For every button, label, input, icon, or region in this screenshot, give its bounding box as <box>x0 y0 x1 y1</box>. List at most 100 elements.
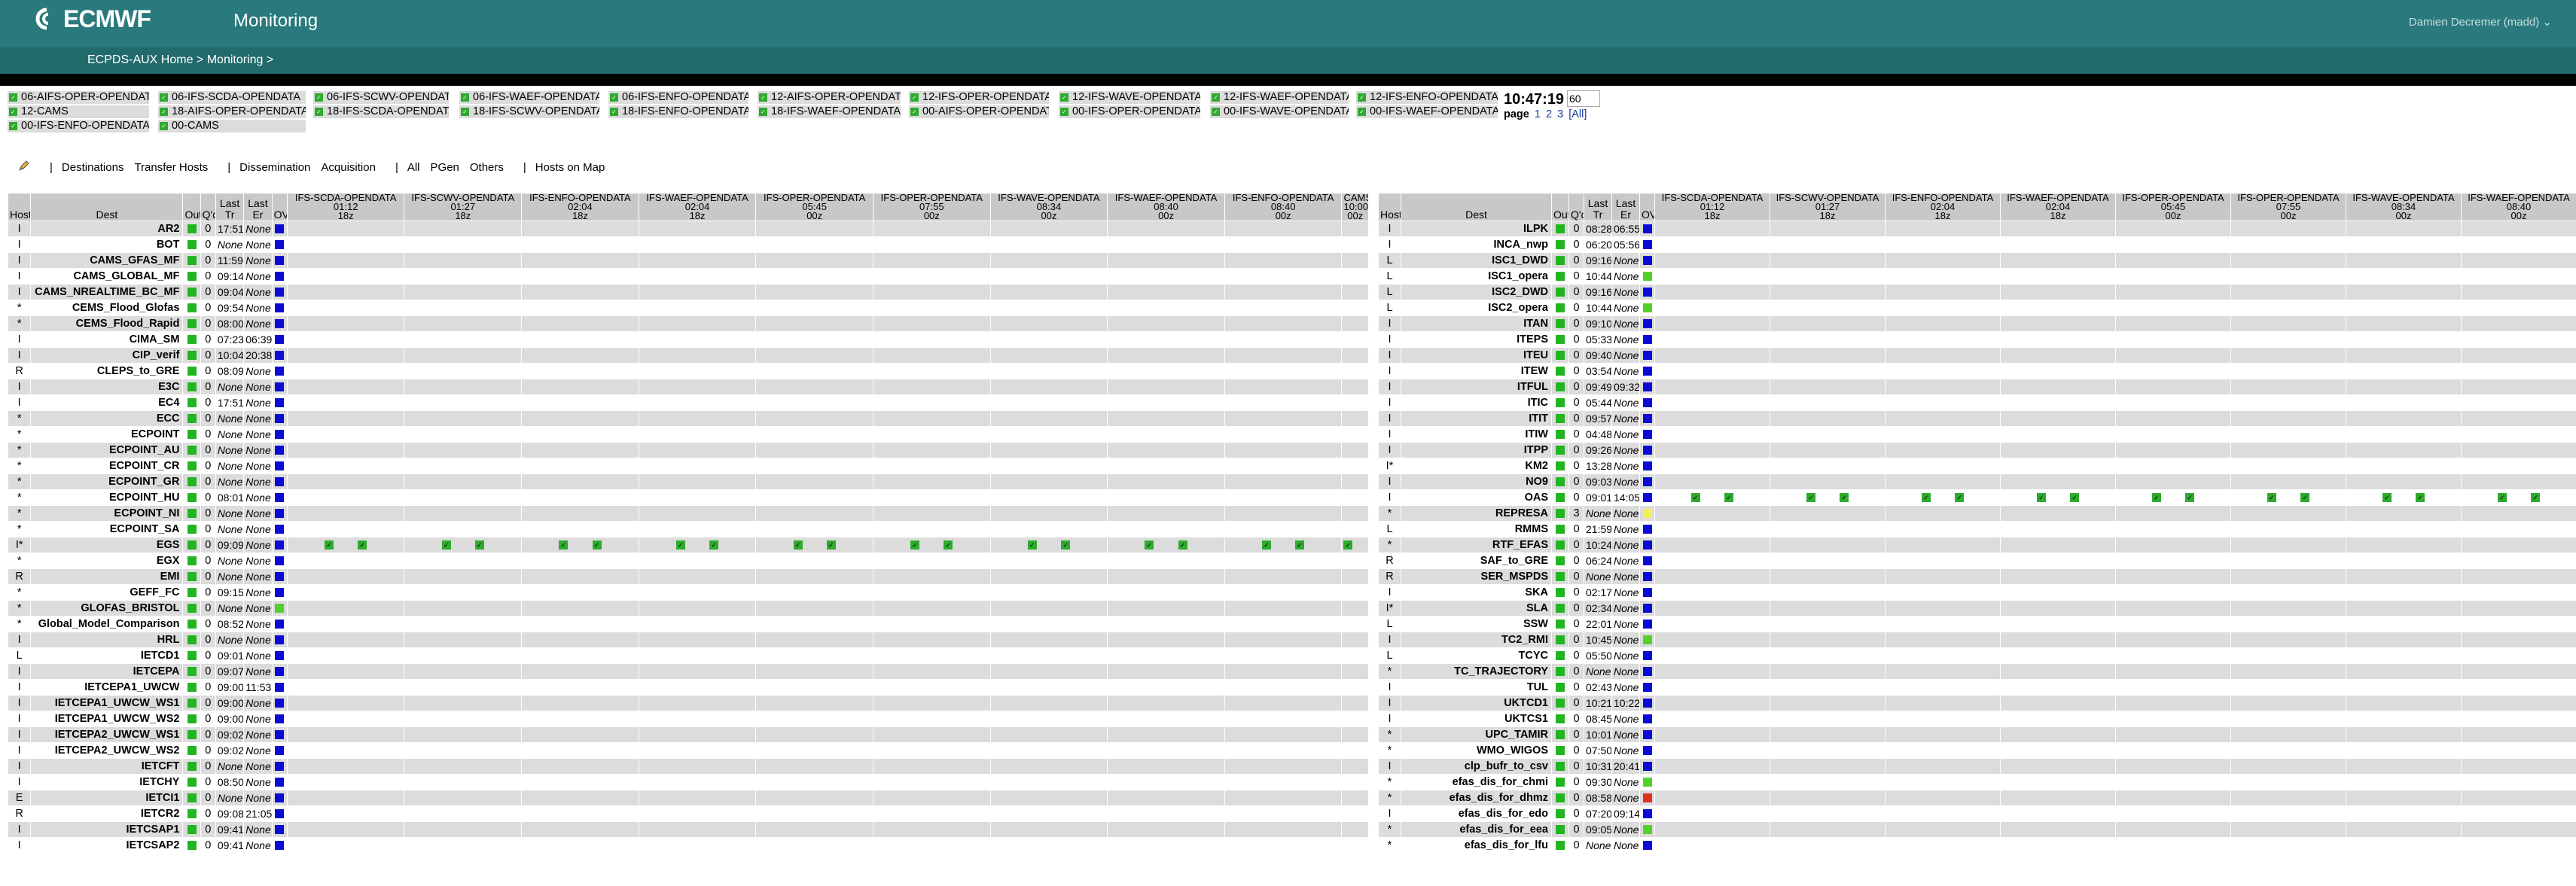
outs-status-icon[interactable] <box>1556 778 1565 787</box>
destination-link[interactable]: OAS <box>1525 492 1548 504</box>
checkmark-icon[interactable]: ✓ <box>1840 493 1849 503</box>
ov-cell[interactable] <box>1639 473 1655 490</box>
overview-status-icon[interactable] <box>275 382 285 392</box>
destination-link[interactable]: GEFF_FC <box>130 586 179 598</box>
overview-status-icon[interactable] <box>1642 714 1652 724</box>
outs-status-icon[interactable] <box>187 240 197 250</box>
destination-link[interactable]: ISC2_opera <box>1488 302 1548 314</box>
destination-link[interactable]: ITIC <box>1528 397 1548 409</box>
outs-status-icon[interactable] <box>187 414 197 424</box>
outs-status-icon[interactable] <box>1556 288 1565 297</box>
outs-status-icon[interactable] <box>1556 540 1565 550</box>
checkbox-checked-icon[interactable]: ✓ <box>461 93 469 102</box>
outs-status-icon[interactable] <box>1556 841 1565 851</box>
outs-status-icon[interactable] <box>187 493 197 503</box>
outs-status-icon[interactable] <box>1556 509 1565 519</box>
outs-status-icon[interactable] <box>1556 604 1565 614</box>
dest-cell[interactable]: ECC <box>30 410 184 427</box>
column-header-dest[interactable]: Dest <box>1401 193 1552 221</box>
stream-status-cell[interactable]: ✓ ✓ <box>872 537 991 553</box>
overview-status-icon[interactable] <box>1642 825 1652 835</box>
dest-cell[interactable]: EMI <box>30 568 184 585</box>
outs-cell[interactable] <box>1551 268 1569 285</box>
filter-all[interactable]: All <box>407 161 420 174</box>
overview-status-icon[interactable] <box>1642 635 1652 645</box>
overview-status-icon[interactable] <box>1642 240 1652 250</box>
outs-status-icon[interactable] <box>187 778 197 787</box>
outs-cell[interactable] <box>1551 505 1569 522</box>
overview-status-icon[interactable] <box>1642 793 1652 803</box>
destination-link[interactable]: efas_dis_for_edo <box>1459 808 1548 820</box>
column-header-stream[interactable]: IFS-OPER-OPENDATA 05:45 00z <box>755 193 873 221</box>
overview-status-icon[interactable] <box>1642 335 1652 345</box>
checkmark-icon[interactable]: ✓ <box>2185 493 2195 503</box>
filter-others[interactable]: Others <box>470 161 504 174</box>
column-header-stream[interactable]: IFS-WAEF-OPENDATA 08:40 00z <box>2461 193 2576 221</box>
ov-cell[interactable] <box>1639 774 1655 790</box>
ov-cell[interactable] <box>1639 568 1655 585</box>
dest-cell[interactable]: CIMA_SM <box>30 331 184 348</box>
checkbox-checked-icon[interactable]: ✓ <box>610 93 618 102</box>
overview-status-icon[interactable] <box>275 762 285 772</box>
outs-status-icon[interactable] <box>187 730 197 740</box>
outs-status-icon[interactable] <box>187 746 197 756</box>
outs-status-icon[interactable] <box>1556 461 1565 471</box>
checkmark-icon[interactable]: ✓ <box>1061 540 1071 550</box>
destination-link[interactable]: IETCEPA2_UWCW_WS2 <box>55 744 180 757</box>
overview-status-icon[interactable] <box>275 446 285 455</box>
destination-link[interactable]: EGX <box>157 555 180 567</box>
overview-status-icon[interactable] <box>275 477 285 487</box>
checkbox-checked-icon[interactable]: ✓ <box>1212 108 1220 116</box>
outs-status-icon[interactable] <box>187 620 197 629</box>
column-header-stream[interactable]: IFS-ENFO-OPENDATA 02:04 18z <box>1885 193 2001 221</box>
filter-destinations[interactable]: Destinations <box>62 161 124 174</box>
dest-cell[interactable]: KM2 <box>1401 458 1552 474</box>
checkmark-icon[interactable]: ✓ <box>2497 493 2507 503</box>
overview-status-icon[interactable] <box>1642 620 1652 629</box>
ov-cell[interactable] <box>1639 663 1655 680</box>
dest-cell[interactable]: IETCFT <box>30 758 184 775</box>
ov-cell[interactable] <box>1639 489 1655 506</box>
ov-cell[interactable] <box>271 284 288 300</box>
checkmark-icon[interactable]: ✓ <box>1921 493 1931 503</box>
checkmark-icon[interactable]: ✓ <box>1262 540 1272 550</box>
overview-status-icon[interactable] <box>275 319 285 329</box>
overview-status-icon[interactable] <box>275 809 285 819</box>
destination-link[interactable]: NO9 <box>1526 476 1548 488</box>
overview-status-icon[interactable] <box>1642 683 1652 693</box>
ov-cell[interactable] <box>271 521 288 537</box>
dest-cell[interactable]: Global_Model_Comparison <box>30 616 184 632</box>
overview-status-icon[interactable] <box>275 509 285 519</box>
breadcrumb-monitoring[interactable]: Monitoring <box>207 53 264 66</box>
outs-cell[interactable] <box>1551 347 1569 364</box>
checkmark-icon[interactable]: ✓ <box>2416 493 2425 503</box>
column-header-host[interactable]: Host <box>1378 193 1401 221</box>
dest-cell[interactable]: REPRESA <box>1401 505 1552 522</box>
destination-link[interactable]: IETCEPA1_UWCW_WS1 <box>55 697 180 709</box>
dest-cell[interactable]: ITEU <box>1401 347 1552 364</box>
filter-hosts-on-map[interactable]: Hosts on Map <box>535 161 605 174</box>
dest-cell[interactable]: TCYC <box>1401 647 1552 664</box>
destination-link[interactable]: EC4 <box>158 397 179 409</box>
outs-status-icon[interactable] <box>1556 699 1565 708</box>
destination-link[interactable]: IETCHY <box>139 776 179 788</box>
overview-status-icon[interactable] <box>275 620 285 629</box>
stream-checkbox[interactable]: ✓ 18-IFS-WAEF-OPENDATA <box>758 105 901 118</box>
outs-status-icon[interactable] <box>187 319 197 329</box>
ov-cell[interactable] <box>271 410 288 427</box>
outs-status-icon[interactable] <box>1556 556 1565 566</box>
checkmark-icon[interactable]: ✓ <box>944 540 953 550</box>
overview-status-icon[interactable] <box>1642 272 1652 282</box>
outs-status-icon[interactable] <box>1556 667 1565 677</box>
overview-status-icon[interactable] <box>1642 699 1652 708</box>
outs-status-icon[interactable] <box>187 699 197 708</box>
stream-checkbox[interactable]: ✓ 06-IFS-ENFO-OPENDATA <box>608 91 748 104</box>
stream-checkbox[interactable]: ✓ 18-AIFS-OPER-OPENDATA <box>158 105 306 118</box>
outs-cell[interactable] <box>182 742 201 759</box>
dest-cell[interactable]: CIP_verif <box>30 347 184 364</box>
destination-link[interactable]: GLOFAS_BRISTOL <box>81 602 179 614</box>
checkbox-checked-icon[interactable]: ✓ <box>9 122 17 130</box>
outs-cell[interactable] <box>182 363 201 379</box>
stream-checkbox[interactable]: ✓ 12-IFS-OPER-OPENDATA <box>909 91 1049 104</box>
ov-cell[interactable] <box>271 300 288 316</box>
